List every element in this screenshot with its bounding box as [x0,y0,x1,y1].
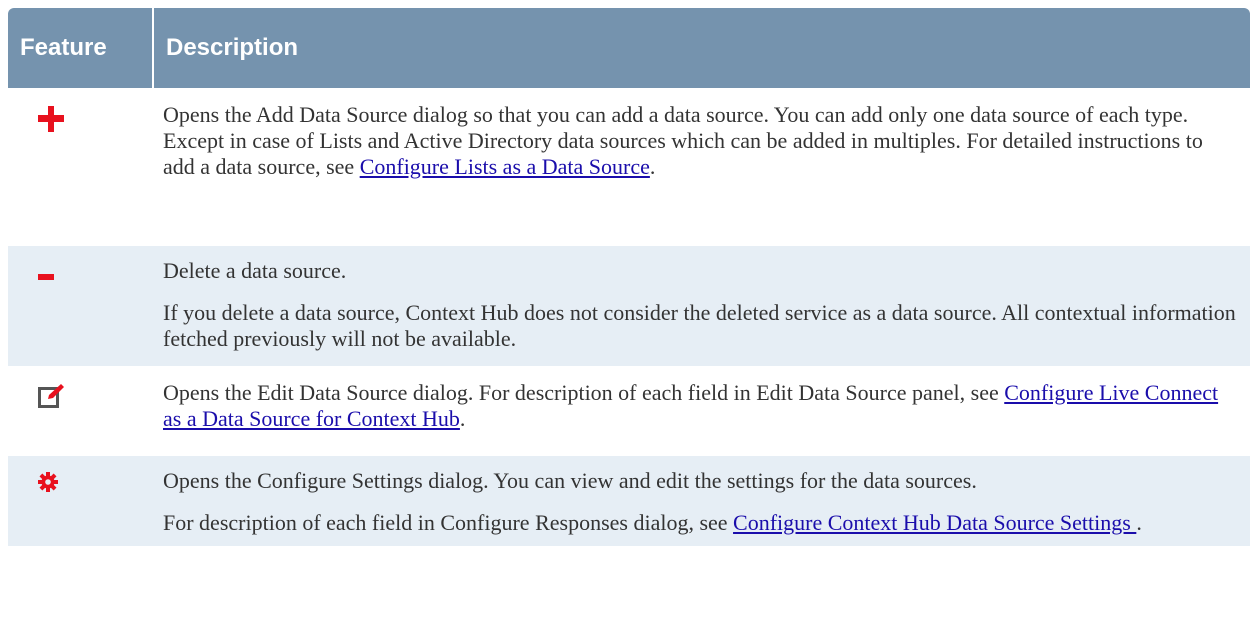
edit-icon[interactable] [38,384,64,414]
feature-table: Feature Description Opens the Add Data S… [8,8,1250,546]
feature-column-header: Feature [8,8,154,89]
trailing-period: . [459,406,466,431]
delete-icon[interactable] [38,262,54,288]
table-row: Opens the Edit Data Source dialog. For d… [8,366,1250,455]
configure-lists-link[interactable]: Configure Lists as a Data Source [360,154,650,179]
feature-cell [8,454,153,546]
configure-settings-link[interactable]: Configure Context Hub Data Source Settin… [733,510,1136,535]
table-row: Delete a data source. If you delete a da… [8,244,1250,367]
description-column-header: Description [153,8,1250,89]
description-text: Opens the Add Data Source dialog so that… [163,102,1203,179]
description-cell: Opens the Configure Settings dialog. You… [153,454,1250,546]
table-row: Opens the Add Data Source dialog so that… [8,88,1250,245]
feature-cell [8,88,153,245]
feature-table-container: Feature Description Opens the Add Data S… [8,8,1250,612]
description-paragraph: Opens the Configure Settings dialog. You… [163,468,977,493]
description-paragraph: For description of each field in Configu… [163,510,1240,536]
description-text: For description of each field in Configu… [163,510,734,535]
description-cell: Opens the Edit Data Source dialog. For d… [153,366,1250,455]
trailing-period: . [1136,510,1142,535]
table-header-row: Feature Description [8,8,1250,89]
description-paragraph: Delete a data source. [163,258,347,283]
description-cell: Opens the Add Data Source dialog so that… [153,88,1250,245]
add-icon[interactable] [38,106,64,138]
feature-cell [8,244,153,367]
table-row: Opens the Configure Settings dialog. You… [8,454,1250,546]
description-paragraph: If you delete a data source, Context Hub… [163,300,1236,351]
description-cell: Delete a data source. If you delete a da… [153,244,1250,367]
gear-icon[interactable] [38,472,58,498]
feature-cell [8,366,153,455]
description-text: Opens the Edit Data Source dialog. For d… [163,380,1005,405]
trailing-period: . [649,154,656,179]
